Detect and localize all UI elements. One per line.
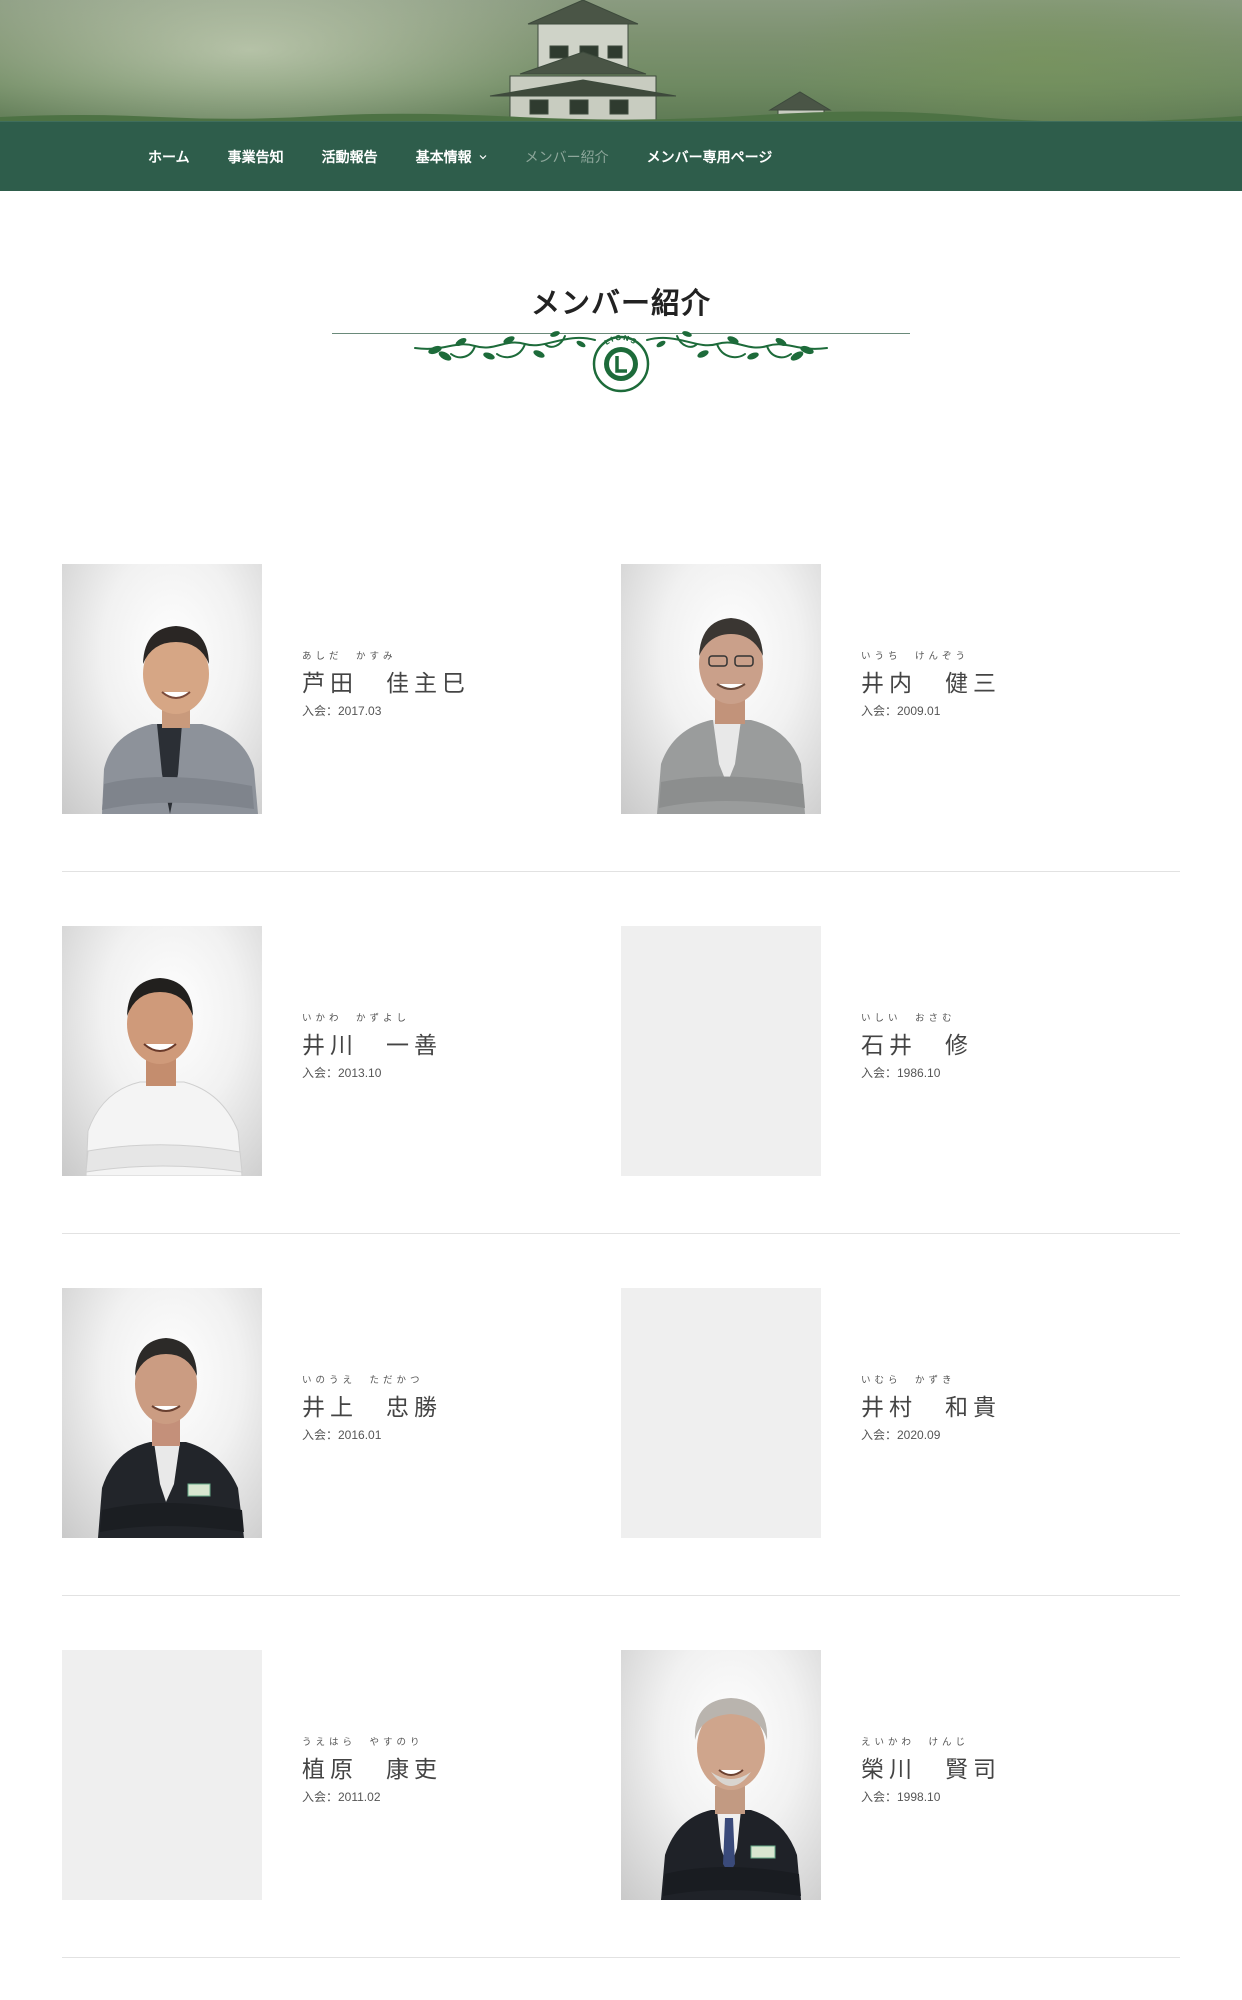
member-name: 榮川 賢司: [861, 1757, 1001, 1783]
chevron-down-icon[interactable]: [479, 153, 487, 161]
nav-item-label[interactable]: メンバー紹介: [525, 147, 609, 167]
member-name: 井川 一善: [302, 1033, 442, 1059]
member-info: あしだ かすみ 芦田 佳主巳 入会：2017.03: [302, 648, 470, 719]
member-info: いむら かずき 井村 和貴 入会：2020.09: [861, 1372, 1001, 1443]
row-divider: [62, 1957, 1180, 1958]
nav-item-label[interactable]: ホーム: [148, 147, 190, 167]
row-divider: [62, 1595, 1180, 1596]
main-navigation: ホーム 事業告知 活動報告 基本情報 メンバー紹介 メンバー専用ページ: [0, 121, 1242, 191]
member-join-date: 入会：2017.03: [302, 704, 382, 718]
member-name: 井村 和貴: [861, 1395, 1001, 1421]
member-furigana: いむら かずき: [861, 1375, 956, 1386]
nav-item-event-notices[interactable]: 事業告知: [228, 147, 284, 167]
member-photo-placeholder: [621, 1288, 821, 1538]
nav-item-label[interactable]: メンバー専用ページ: [647, 147, 773, 167]
row-divider: [62, 871, 1180, 872]
member-join-date: 入会：2009.01: [861, 704, 941, 718]
member-card: いのうえ ただかつ 井上 忠勝 入会：2016.01: [62, 1288, 602, 1538]
member-join-date: 入会：2013.10: [302, 1066, 382, 1080]
member-photo: [62, 926, 262, 1176]
member-furigana: いうち けんぞう: [861, 651, 970, 662]
member-photo-placeholder: [62, 1650, 262, 1900]
member-photo: [62, 1288, 262, 1538]
member-photo: [62, 564, 262, 814]
member-join-date: 入会：2020.09: [861, 1428, 941, 1442]
member-name: 井上 忠勝: [302, 1395, 442, 1421]
member-photo: [621, 1650, 821, 1900]
member-info: いうち けんぞう 井内 健三 入会：2009.01: [861, 648, 1001, 719]
member-row: うえはら やすのり 植原 康吏 入会：2011.02 えいかわ けんじ 榮川 賢…: [62, 1650, 1180, 2000]
lions-emblem-icon: LIONS: [592, 334, 650, 393]
nav-item-member-intro[interactable]: メンバー紹介: [525, 147, 609, 167]
member-info: えいかわ けんじ 榮川 賢司 入会：1998.10: [861, 1734, 1001, 1805]
header-banner-image: [0, 0, 1242, 121]
member-list: あしだ かすみ 芦田 佳主巳 入会：2017.03 いうち けんぞう 井内 健三…: [62, 564, 1180, 2000]
nav-item-label[interactable]: 事業告知: [228, 147, 284, 167]
member-card: いかわ かずよし 井川 一善 入会：2013.10: [62, 926, 602, 1176]
nav-item-members-only[interactable]: メンバー専用ページ: [647, 147, 773, 167]
member-info: いかわ かずよし 井川 一善 入会：2013.10: [302, 1010, 442, 1081]
nav-item-label[interactable]: 活動報告: [322, 147, 378, 167]
member-card: いうち けんぞう 井内 健三 入会：2009.01: [621, 564, 1161, 814]
member-info: いしい おさむ 石井 修 入会：1986.10: [861, 1010, 973, 1081]
member-name: 石井 修: [861, 1033, 973, 1059]
member-card: あしだ かすみ 芦田 佳主巳 入会：2017.03: [62, 564, 602, 814]
member-furigana: うえはら やすのり: [302, 1737, 424, 1748]
row-divider: [62, 1233, 1180, 1234]
page-title: メンバー紹介: [530, 286, 711, 320]
nav-item-activity-reports[interactable]: 活動報告: [322, 147, 378, 167]
member-photo: [621, 564, 821, 814]
member-furigana: いかわ かずよし: [302, 1013, 411, 1024]
member-row: あしだ かすみ 芦田 佳主巳 入会：2017.03 いうち けんぞう 井内 健三…: [62, 564, 1180, 926]
member-furigana: えいかわ けんじ: [861, 1737, 970, 1748]
member-info: いのうえ ただかつ 井上 忠勝 入会：2016.01: [302, 1372, 442, 1443]
member-card: いしい おさむ 石井 修 入会：1986.10: [621, 926, 1161, 1176]
treeline-graphic: [0, 111, 1242, 121]
member-name: 芦田 佳主巳: [302, 671, 470, 697]
member-card: えいかわ けんじ 榮川 賢司 入会：1998.10: [621, 1650, 1161, 1900]
member-join-date: 入会：1986.10: [861, 1066, 941, 1080]
member-furigana: いしい おさむ: [861, 1013, 956, 1024]
member-name: 井内 健三: [861, 671, 1001, 697]
member-join-date: 入会：2011.02: [302, 1790, 381, 1804]
member-card: いむら かずき 井村 和貴 入会：2020.09: [621, 1288, 1161, 1538]
member-join-date: 入会：1998.10: [861, 1790, 941, 1804]
member-row: いかわ かずよし 井川 一善 入会：2013.10 いしい おさむ 石井 修 入…: [62, 926, 1180, 1288]
castle-image: [489, 0, 832, 121]
member-join-date: 入会：2016.01: [302, 1428, 382, 1442]
nav-item-label[interactable]: 基本情報: [416, 147, 472, 167]
nav-item-basic-info[interactable]: 基本情報: [416, 147, 487, 167]
member-card: うえはら やすのり 植原 康吏 入会：2011.02: [62, 1650, 602, 1900]
nav-item-home[interactable]: ホーム: [148, 147, 190, 167]
member-name: 植原 康吏: [302, 1757, 442, 1783]
lions-emblem-ornament: LIONS: [414, 331, 828, 393]
member-info: うえはら やすのり 植原 康吏 入会：2011.02: [302, 1734, 442, 1805]
member-furigana: いのうえ ただかつ: [302, 1375, 424, 1386]
member-furigana: あしだ かすみ: [302, 651, 397, 662]
member-row: いのうえ ただかつ 井上 忠勝 入会：2016.01 いむら かずき 井村 和貴…: [62, 1288, 1180, 1650]
member-photo-placeholder: [621, 926, 821, 1176]
